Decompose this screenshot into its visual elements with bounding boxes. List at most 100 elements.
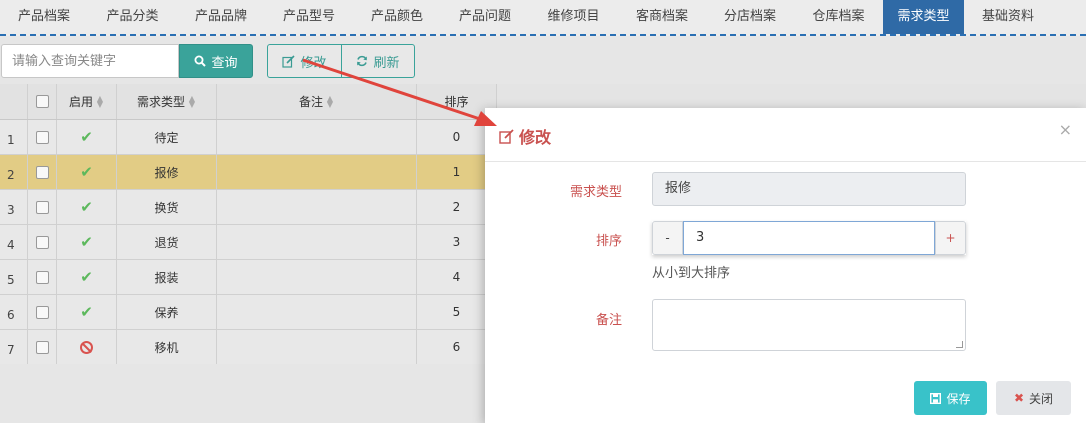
tab-6[interactable]: 维修项目	[529, 0, 618, 34]
row-checkbox[interactable]	[35, 165, 49, 179]
row-checkbox[interactable]	[35, 235, 49, 249]
search-input[interactable]	[1, 44, 179, 78]
header-enabled[interactable]: 启用 ▲ ▼	[57, 84, 117, 119]
row-select-cell	[28, 155, 57, 189]
row-number: 2	[0, 155, 28, 189]
cancel-button-label: 关闭	[1029, 391, 1054, 406]
tab-9[interactable]: 仓库档案	[794, 0, 883, 34]
row-number: 5	[0, 260, 28, 294]
tab-10[interactable]: 需求类型	[883, 0, 964, 34]
refresh-button[interactable]: 刷新	[341, 44, 415, 78]
table-row[interactable]: 6 ✔ 保养 5	[0, 295, 497, 330]
type-cell: 换货	[117, 190, 217, 224]
search-icon	[194, 55, 207, 67]
note-cell	[217, 260, 417, 294]
tab-4[interactable]: 产品颜色	[353, 0, 441, 34]
edit-dialog: 修改 × 需求类型 报修 排序 - 3 + 从小到大排序 备注 保存 ✖ 关闭	[485, 108, 1086, 423]
sort-hint: 从小到大排序	[652, 266, 731, 281]
enabled-cell: ✔	[57, 120, 117, 154]
type-label: 需求类型	[569, 185, 622, 200]
note-cell	[217, 330, 417, 364]
row-select-cell	[28, 225, 57, 259]
module-tabs: 产品档案 产品分类 产品品牌 产品型号 产品颜色 产品问题 维修项目 客商档案 分店档案 仓库档案…	[0, 0, 1086, 36]
row-checkbox[interactable]	[35, 340, 49, 354]
enabled-cell: ✔	[57, 190, 117, 224]
check-icon: ✔	[80, 128, 93, 146]
enabled-cell: ✔	[57, 295, 117, 329]
sort-input[interactable]: 3	[683, 221, 935, 255]
row-number: 6	[0, 295, 28, 329]
enabled-cell	[57, 330, 117, 364]
row-number: 3	[0, 190, 28, 224]
row-number: 4	[0, 225, 28, 259]
tab-2[interactable]: 产品品牌	[177, 0, 265, 34]
header-note-label: 备注	[298, 95, 323, 109]
sort-label: 排序	[595, 234, 622, 249]
row-checkbox[interactable]	[35, 305, 49, 319]
type-cell: 待定	[117, 120, 217, 154]
enabled-cell: ✔	[57, 155, 117, 189]
save-icon	[930, 392, 942, 404]
tab-1[interactable]: 产品分类	[88, 0, 177, 34]
edit-icon	[282, 54, 296, 68]
edit-button[interactable]: 修改	[267, 44, 342, 78]
header-sort-label: 排序	[444, 95, 469, 109]
type-cell: 移机	[117, 330, 217, 364]
sort-icon: ▲ ▼	[96, 93, 104, 109]
row-select-cell	[28, 260, 57, 294]
dialog-title: 修改	[499, 124, 551, 148]
increment-button[interactable]: +	[935, 221, 966, 255]
sort-icon: ▲ ▼	[188, 93, 196, 109]
table-row[interactable]: 1 ✔ 待定 0	[0, 120, 497, 155]
tab-0[interactable]: 产品档案	[0, 0, 88, 34]
row-select-cell	[28, 330, 57, 364]
note-cell	[217, 295, 417, 329]
note-textarea[interactable]	[652, 299, 966, 351]
grid-header-row: 启用 ▲ ▼ 需求类型 ▲ ▼ 备注 ▲ ▼ 排序	[0, 84, 497, 120]
row-number: 1	[0, 120, 28, 154]
row-checkbox[interactable]	[35, 130, 49, 144]
sort-icon: ▲ ▼	[326, 93, 334, 109]
ban-icon	[80, 340, 93, 354]
grid-empty-area	[0, 364, 497, 423]
header-enabled-label: 启用	[68, 95, 93, 109]
row-number: 7	[0, 330, 28, 364]
tab-11[interactable]: 基础资料	[964, 0, 1052, 34]
tab-8[interactable]: 分店档案	[706, 0, 794, 34]
row-checkbox[interactable]	[35, 200, 49, 214]
note-label: 备注	[595, 313, 622, 328]
type-field: 报修	[652, 172, 966, 206]
table-row[interactable]: 3 ✔ 换货 2	[0, 190, 497, 225]
query-button-label: 查询	[211, 55, 238, 71]
close-icon[interactable]: ×	[1059, 120, 1072, 139]
save-button[interactable]: 保存	[914, 381, 987, 415]
header-note[interactable]: 备注 ▲ ▼	[217, 84, 417, 119]
table-row[interactable]: 2 ✔ 报修 1	[0, 155, 497, 190]
row-checkbox[interactable]	[35, 270, 49, 284]
resize-handle-icon[interactable]	[956, 341, 963, 348]
row-select-cell	[28, 120, 57, 154]
query-button[interactable]: 查询	[179, 44, 253, 78]
sort-stepper: - 3 +	[652, 221, 966, 255]
type-cell: 报修	[117, 155, 217, 189]
tab-7[interactable]: 客商档案	[618, 0, 706, 34]
tab-3[interactable]: 产品型号	[265, 0, 353, 34]
close-x-icon: ✖	[1013, 391, 1025, 405]
enabled-cell: ✔	[57, 225, 117, 259]
note-cell	[217, 120, 417, 154]
header-type[interactable]: 需求类型 ▲ ▼	[117, 84, 217, 119]
select-all-checkbox[interactable]	[35, 95, 49, 108]
type-cell: 报装	[117, 260, 217, 294]
dialog-header: 修改 ×	[485, 108, 1086, 162]
table-row[interactable]: 7 移机 6	[0, 330, 497, 365]
table-row[interactable]: 5 ✔ 报装 4	[0, 260, 497, 295]
dialog-title-text: 修改	[519, 128, 552, 147]
check-icon: ✔	[80, 303, 93, 321]
cancel-button[interactable]: ✖ 关闭	[996, 381, 1071, 415]
tab-5[interactable]: 产品问题	[441, 0, 529, 34]
row-select-cell	[28, 190, 57, 224]
type-cell: 退货	[117, 225, 217, 259]
table-row[interactable]: 4 ✔ 退货 3	[0, 225, 497, 260]
edit-icon	[499, 128, 514, 144]
decrement-button[interactable]: -	[652, 221, 683, 255]
